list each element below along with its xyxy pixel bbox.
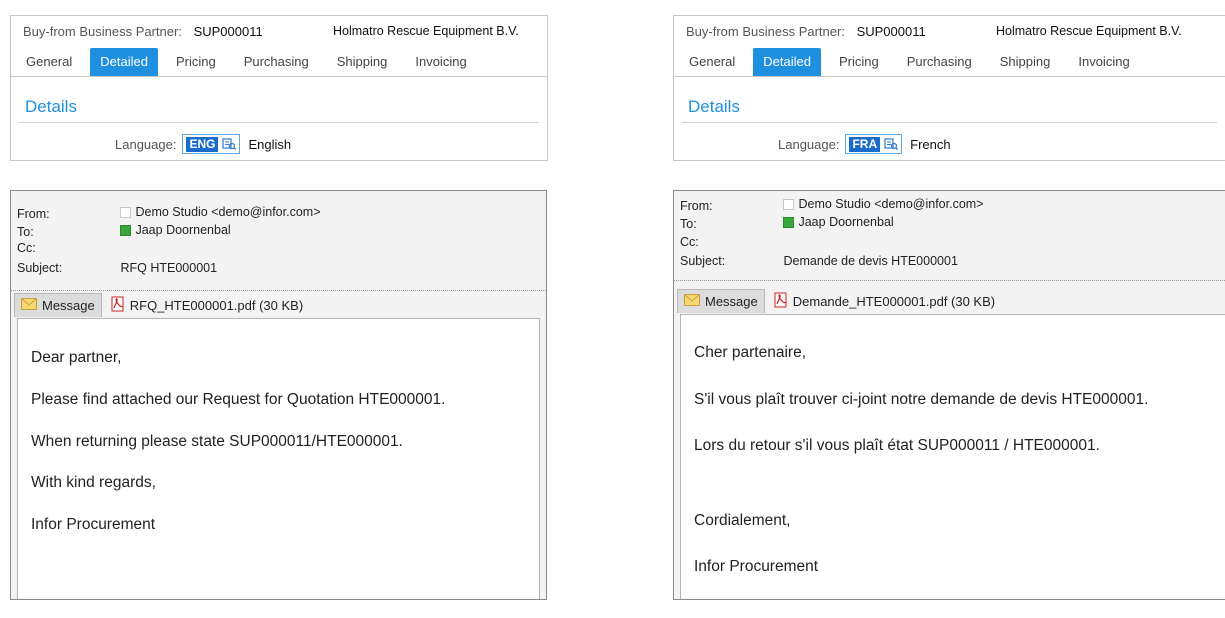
message-tabs: Message RFQ_HTE000001.pdf (30 KB) [14,293,303,317]
greeting: Cher partenaire, [694,344,807,361]
closing: Cordialement, [694,512,791,529]
section-divider [19,122,539,123]
language-label: Language: [115,136,177,152]
cc-label: Cc: [17,241,36,255]
tab-invoicing[interactable]: Invoicing [405,48,476,76]
tab-shipping[interactable]: Shipping [990,48,1061,76]
language-code[interactable]: ENG [186,136,219,152]
to-label: To: [680,216,697,231]
recipient-check-icon [120,224,132,236]
section-divider [682,122,1217,123]
language-field-row: Language: ENG English [115,134,291,154]
lookup-icon[interactable] [222,137,237,151]
tab-invoicing[interactable]: Invoicing [1068,48,1139,76]
from-value[interactable]: Demo Studio <demo@infor.com> [135,203,320,221]
lookup-icon[interactable] [884,137,899,151]
cc-row: Cc: [680,233,780,251]
to-value[interactable]: Jaap Doornenbal [798,213,893,231]
body-line: When returning please state SUP000011/HT… [31,433,403,450]
attachment[interactable]: Demande_HTE000001.pdf (30 KB) [773,292,995,311]
tab-shipping[interactable]: Shipping [327,48,398,76]
from-label: From: [17,206,50,221]
from-label: From: [680,198,713,213]
tab-detailed[interactable]: Detailed [753,48,821,76]
section-title: Details [688,97,740,116]
bp-header: Buy-from Business Partner: SUP000011 Hol… [686,24,1225,44]
tab-general[interactable]: General [16,48,82,76]
cc-row: Cc: [17,239,117,257]
subject-row: Subject: Demande de devis HTE000001 [680,252,958,270]
sender-check-icon [120,206,132,218]
language-label: Language: [778,136,840,152]
from-row: From: Demo Studio <demo@infor.com> [680,195,984,213]
signature: Infor Procurement [694,558,819,575]
message-tabs: Message Demande_HTE000001.pdf (30 KB) [677,289,995,313]
bp-header: Buy-from Business Partner: SUP000011 Hol… [23,24,547,44]
bp-code: SUP000011 [193,24,263,39]
attachment[interactable]: RFQ_HTE000001.pdf (30 KB) [110,296,303,315]
language-description: English [248,136,292,152]
header-divider [11,290,546,291]
message-tab[interactable]: Message [677,289,765,313]
message-tab-label: Message [705,294,758,309]
envelope-icon [21,298,37,313]
from-value[interactable]: Demo Studio <demo@infor.com> [798,195,983,213]
greeting: Dear partner, [31,349,122,366]
envelope-icon [684,294,700,309]
subject-label: Subject: [17,261,63,275]
subject-value: RFQ HTE000001 [120,261,218,275]
body-line: Lors du retour s'il vous plaît état SUP0… [694,437,1100,454]
language-code[interactable]: FRA [849,136,881,152]
tab-pricing[interactable]: Pricing [829,48,889,76]
subject-value: Demande de devis HTE000001 [783,254,958,268]
subject-label: Subject: [680,254,726,268]
email-body: Cher partenaire, S'il vous plaît trouver… [680,314,1225,599]
tab-purchasing[interactable]: Purchasing [897,48,982,76]
language-description: French [910,136,951,152]
bp-tabs: General Detailed Pricing Purchasing Ship… [16,48,477,76]
tab-pricing[interactable]: Pricing [166,48,226,76]
pdf-icon [773,292,789,311]
business-partner-panel-english: Buy-from Business Partner: SUP000011 Hol… [10,15,548,161]
body-line: S'il vous plaît trouver ci-joint notre d… [694,391,1149,408]
email-preview-english: From: Demo Studio <demo@infor.com> To: J… [10,190,547,600]
to-label: To: [17,224,34,239]
language-input[interactable]: ENG [182,134,241,154]
cc-label: Cc: [680,235,699,249]
bp-name: Holmatro Rescue Equipment B.V. [996,24,1182,38]
tab-detailed[interactable]: Detailed [90,48,158,76]
tab-purchasing[interactable]: Purchasing [234,48,319,76]
signature: Infor Procurement [31,516,156,533]
attachment-name[interactable]: Demande_HTE000001.pdf (30 KB) [793,294,995,309]
to-value[interactable]: Jaap Doornenbal [135,221,230,239]
from-row: From: Demo Studio <demo@infor.com> [17,203,321,221]
subject-row: Subject: RFQ HTE000001 [17,259,217,277]
attachment-name[interactable]: RFQ_HTE000001.pdf (30 KB) [130,298,303,313]
bp-code: SUP000011 [856,24,926,39]
tab-divider [674,76,1225,77]
bp-label: Buy-from Business Partner: [23,24,182,39]
message-tab[interactable]: Message [14,293,102,317]
email-body: Dear partner, Please find attached our R… [17,318,540,599]
bp-tabs: General Detailed Pricing Purchasing Ship… [679,48,1140,76]
email-preview-french: From: Demo Studio <demo@infor.com> To: J… [673,190,1225,600]
to-row: To: Jaap Doornenbal [17,221,231,239]
sender-check-icon [783,198,795,210]
language-field-row: Language: FRA French [778,134,951,154]
language-input[interactable]: FRA [845,134,903,154]
recipient-check-icon [783,216,795,228]
to-row: To: Jaap Doornenbal [680,213,894,231]
closing: With kind regards, [31,474,156,491]
body-line: Please find attached our Request for Quo… [31,391,446,408]
pdf-icon [110,296,126,315]
tab-divider [11,76,547,77]
section-title: Details [25,97,77,116]
bp-name: Holmatro Rescue Equipment B.V. [333,24,519,38]
bp-label: Buy-from Business Partner: [686,24,845,39]
header-divider [674,280,1225,281]
message-tab-label: Message [42,298,95,313]
tab-general[interactable]: General [679,48,745,76]
business-partner-panel-french: Buy-from Business Partner: SUP000011 Hol… [673,15,1225,161]
